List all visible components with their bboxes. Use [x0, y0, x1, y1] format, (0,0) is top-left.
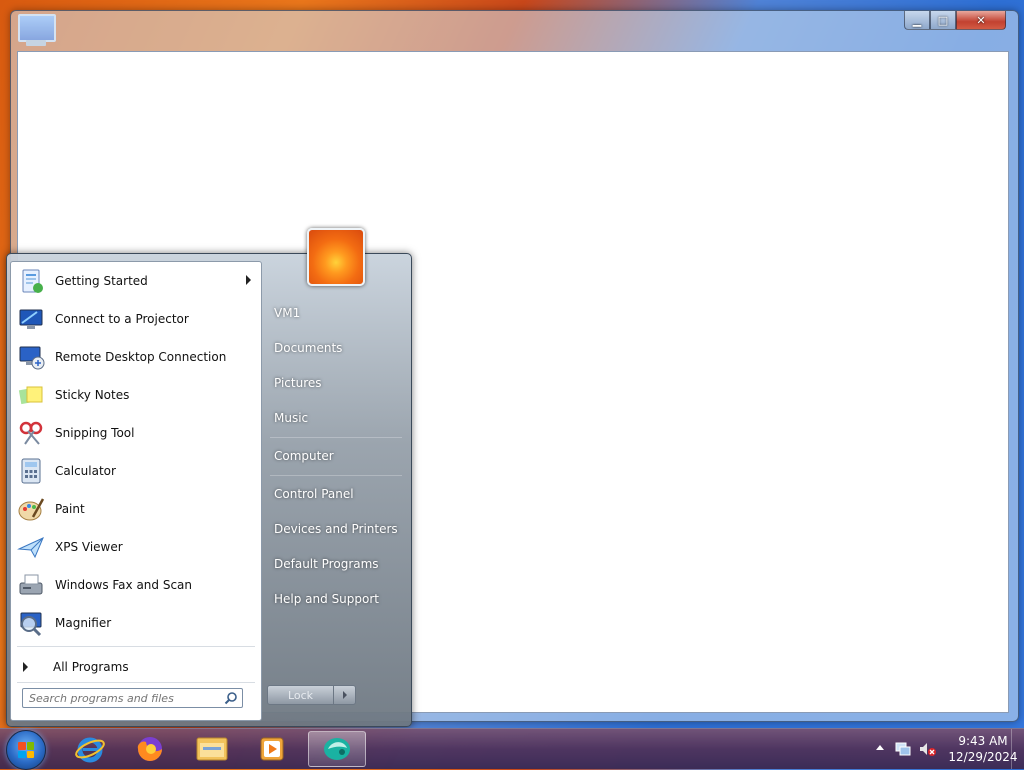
taskbar-firefox[interactable] [126, 731, 174, 767]
program-label: Paint [55, 502, 85, 516]
show-hidden-icons-icon[interactable] [876, 745, 884, 750]
media-player-icon [260, 737, 284, 761]
documents-label: Documents [274, 341, 343, 355]
start-menu: Getting Started Connect to a Projector R… [6, 228, 412, 727]
control-panel-label: Control Panel [274, 487, 354, 501]
all-programs-button[interactable]: All Programs [11, 652, 261, 682]
close-button[interactable]: ✕ [956, 11, 1006, 30]
fax-scan-icon [15, 569, 47, 601]
user-avatar[interactable] [307, 228, 365, 286]
projector-icon [15, 303, 47, 335]
program-label: Magnifier [55, 616, 112, 630]
system-tray: 9:43 AM 12/29/2024 [864, 729, 1024, 769]
program-label: Windows Fax and Scan [55, 578, 193, 592]
right-item-documents[interactable]: Documents [274, 334, 342, 362]
pictures-label: Pictures [274, 376, 322, 390]
programs-separator [17, 646, 255, 647]
right-item-music[interactable]: Music [274, 404, 308, 432]
program-label: Sticky Notes [55, 388, 130, 402]
program-calculator[interactable]: Calculator [11, 452, 261, 490]
default-programs-label: Default Programs [274, 557, 379, 571]
paint-icon [15, 493, 47, 525]
right-item-default-programs[interactable]: Default Programs [274, 550, 379, 578]
lock-label: Lock [287, 688, 314, 702]
program-snipping-tool[interactable]: Snipping Tool [11, 414, 261, 452]
snipping-tool-icon [15, 417, 47, 449]
right-separator [270, 437, 402, 438]
program-label: Connect to a Projector [55, 312, 189, 326]
sticky-notes-icon [15, 379, 47, 411]
maximize-icon: □ [937, 13, 949, 27]
start-search-box[interactable] [22, 688, 243, 708]
taskbar: 9:43 AM 12/29/2024 [0, 728, 1024, 770]
right-item-user[interactable]: VM1 [274, 299, 300, 327]
right-item-help-support[interactable]: Help and Support [274, 585, 379, 613]
submenu-arrow-icon[interactable] [246, 275, 251, 285]
computer-label: Computer [274, 449, 334, 463]
right-item-control-panel[interactable]: Control Panel [274, 480, 354, 508]
file-explorer-icon [196, 737, 228, 761]
maximize-button[interactable]: □ [930, 11, 956, 30]
show-desktop-button[interactable] [1011, 729, 1024, 769]
volume-muted-icon[interactable] [918, 741, 936, 757]
taskbar-file-explorer[interactable] [188, 731, 236, 767]
program-label: Calculator [55, 464, 116, 478]
start-menu-programs-pane: Getting Started Connect to a Projector R… [10, 261, 262, 721]
user-name-label: VM1 [274, 306, 301, 320]
program-getting-started[interactable]: Getting Started [11, 262, 261, 300]
music-label: Music [274, 411, 309, 425]
search-separator [17, 682, 255, 683]
remote-desktop-app-icon [324, 738, 350, 760]
network-icon[interactable] [895, 741, 911, 757]
search-icon[interactable] [224, 691, 238, 705]
right-separator [270, 475, 402, 476]
program-label: Snipping Tool [55, 426, 135, 440]
minimize-button[interactable]: ▁ [904, 11, 930, 30]
remote-desktop-icon [15, 341, 47, 373]
right-item-devices-printers[interactable]: Devices and Printers [274, 515, 398, 543]
program-fax-scan[interactable]: Windows Fax and Scan [11, 566, 261, 604]
calculator-icon [15, 455, 47, 487]
chevron-right-icon [342, 691, 347, 699]
taskbar-internet-explorer[interactable] [66, 731, 114, 767]
devices-printers-label: Devices and Printers [274, 522, 398, 536]
program-connect-projector[interactable]: Connect to a Projector [11, 300, 261, 338]
search-input[interactable] [27, 689, 221, 707]
taskbar-remote-desktop-app[interactable] [308, 731, 366, 767]
windows-logo-icon [18, 742, 34, 758]
program-sticky-notes[interactable]: Sticky Notes [11, 376, 261, 414]
start-button[interactable] [6, 730, 46, 770]
program-label: Getting Started [55, 274, 148, 288]
taskbar-media-player[interactable] [248, 731, 296, 767]
program-label: Remote Desktop Connection [55, 350, 227, 364]
program-xps-viewer[interactable]: XPS Viewer [11, 528, 261, 566]
xps-viewer-icon [15, 531, 47, 563]
shutdown-options-button[interactable] [334, 685, 356, 705]
help-support-label: Help and Support [274, 592, 379, 606]
all-programs-label: All Programs [53, 660, 129, 674]
firefox-icon [137, 737, 162, 761]
right-item-pictures[interactable]: Pictures [274, 369, 322, 397]
magnifier-icon [15, 607, 47, 639]
minimize-icon: ▁ [912, 13, 922, 27]
window-caption-buttons: ▁ □ ✕ [904, 11, 1006, 31]
program-paint[interactable]: Paint [11, 490, 261, 528]
close-icon: ✕ [976, 13, 986, 27]
right-item-computer[interactable]: Computer [274, 442, 334, 470]
program-remote-desktop[interactable]: Remote Desktop Connection [11, 338, 261, 376]
program-label: XPS Viewer [55, 540, 123, 554]
lock-button[interactable]: Lock [267, 685, 334, 705]
program-magnifier[interactable]: Magnifier [11, 604, 261, 642]
all-programs-arrow-icon [23, 662, 28, 672]
internet-explorer-icon [75, 737, 105, 763]
getting-started-icon [15, 265, 47, 297]
shutdown-control: Lock [267, 685, 356, 707]
